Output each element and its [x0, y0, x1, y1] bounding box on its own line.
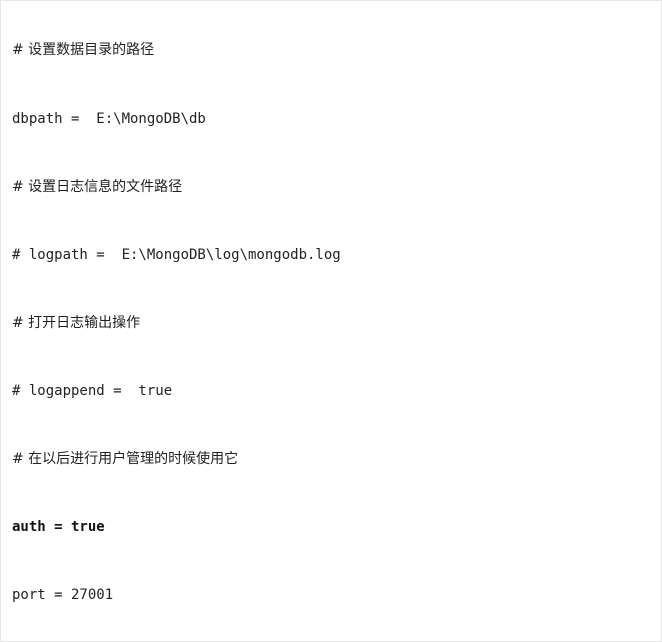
config-line-port: port = 27001 [12, 587, 114, 603]
config-comment-dbpath: # 设置数据目录的路径 [12, 42, 155, 58]
config-line-auth: auth = true [12, 519, 105, 535]
config-comment-auth: # 在以后进行用户管理的时候使用它 [12, 451, 239, 467]
code-block: # 设置数据目录的路径 dbpath = E:\MongoDB\db # 设置日… [0, 0, 662, 642]
config-comment-logpath: # 设置日志信息的文件路径 [12, 179, 183, 195]
config-line-logpath: # logpath = E:\MongoDB\log\mongodb.log [12, 247, 341, 263]
config-line-logappend: # logappend = true [12, 383, 173, 399]
config-line-dbpath: dbpath = E:\MongoDB\db [12, 111, 206, 127]
config-comment-logappend: # 打开日志输出操作 [12, 315, 141, 331]
